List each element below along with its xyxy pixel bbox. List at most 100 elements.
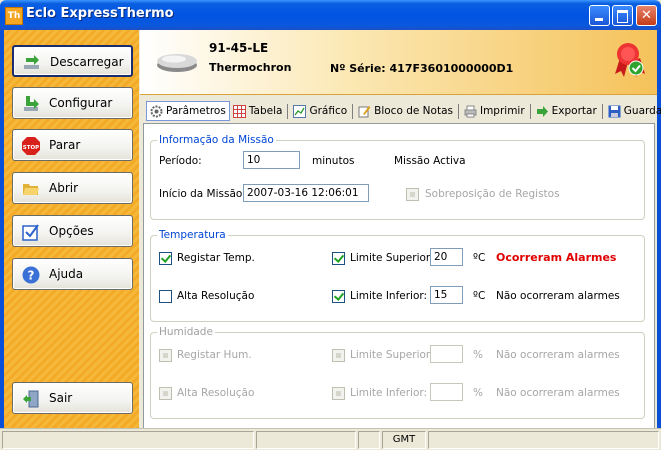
stop-sign-icon: STOP xyxy=(22,137,40,155)
notepad-pencil-icon xyxy=(358,105,371,117)
mission-info-group: Informação da Missão Período: minutos Mi… xyxy=(150,134,645,220)
temp-upper-unit: ºC xyxy=(473,252,486,264)
hum-lower-limit-label: Limite Inferior: xyxy=(350,387,428,399)
temp-high-resolution-label: Alta Resolução xyxy=(177,290,255,302)
hum-upper-limit-label: Limite Superior: xyxy=(350,349,434,361)
register-temp-checkbox[interactable] xyxy=(159,252,172,265)
period-label: Período: xyxy=(159,155,202,167)
tab-save[interactable]: Guardar xyxy=(605,101,661,121)
serial-label: Nº Série: xyxy=(330,62,386,75)
folder-open-icon xyxy=(23,184,39,195)
register-hum-checkbox[interactable] xyxy=(159,349,172,362)
configure-button[interactable]: Configurar xyxy=(12,87,133,119)
ibutton-device-icon xyxy=(157,54,197,72)
mission-status: Missão Activa xyxy=(394,155,466,167)
configure-label: Configurar xyxy=(49,96,113,110)
period-input[interactable] xyxy=(243,151,300,169)
temp-upper-alarm-status: Ocorreram Alarmes xyxy=(496,251,617,264)
exit-door-icon xyxy=(23,390,39,408)
options-button[interactable]: Opções xyxy=(12,215,133,247)
tab-notepad-label: Bloco de Notas xyxy=(374,105,453,117)
overwrite-checkbox[interactable] xyxy=(406,188,419,201)
temp-upper-limit-label: Limite Superior: xyxy=(350,252,434,264)
status-cell xyxy=(428,431,659,449)
device-model: Thermochron xyxy=(209,61,292,74)
hum-upper-alarm-status: Não ocorreram alarmes xyxy=(496,349,620,361)
window-title: Eclo ExpressThermo xyxy=(26,6,174,21)
hum-upper-unit: % xyxy=(473,349,483,361)
temp-high-resolution-checkbox[interactable] xyxy=(159,290,172,303)
temp-lower-limit-input[interactable] xyxy=(430,286,463,304)
toolbar-separator xyxy=(457,103,459,119)
tab-parameters[interactable]: Parâmetros xyxy=(146,101,230,121)
floppy-disk-icon xyxy=(608,105,621,117)
period-unit: minutos xyxy=(312,155,355,167)
temperature-group: Temperatura Registar Temp. Limite Superi… xyxy=(150,229,645,322)
humidity-title: Humidade xyxy=(157,326,215,338)
help-button[interactable]: ? Ajuda xyxy=(12,258,133,290)
toolbar-separator xyxy=(529,103,531,119)
register-temp-label: Registar Temp. xyxy=(177,252,255,264)
serial-number: Nº Série: 417F3601000000D1 xyxy=(330,62,513,75)
temp-lower-alarm-status: Não ocorreram alarmes xyxy=(496,290,620,302)
tab-notepad[interactable]: Bloco de Notas xyxy=(355,101,456,121)
temp-lower-unit: ºC xyxy=(473,290,486,302)
configure-arrow-icon xyxy=(24,96,39,111)
parameters-panel: Informação da Missão Período: minutos Mi… xyxy=(143,123,655,429)
download-label: Descarregar xyxy=(50,55,124,69)
toolbar-separator xyxy=(601,103,603,119)
download-arrow-icon xyxy=(24,55,39,69)
toolbar-separator xyxy=(352,103,354,119)
hum-high-resolution-label: Alta Resolução xyxy=(177,387,255,399)
title-bar[interactable]: Th Eclo ExpressThermo xyxy=(0,0,661,30)
mission-start-label: Início da Missão: xyxy=(159,188,246,200)
exit-button[interactable]: Sair xyxy=(12,382,133,414)
temp-upper-limit-checkbox[interactable] xyxy=(332,252,345,265)
temp-lower-limit-checkbox[interactable] xyxy=(332,290,345,303)
tab-toolbar: Parâmetros Tabela Gráfico Bloco de Notas… xyxy=(146,100,661,122)
open-button[interactable]: Abrir xyxy=(12,172,133,204)
tab-table[interactable]: Tabela xyxy=(230,101,286,121)
checkbox-options-icon xyxy=(22,224,39,241)
device-name: 91-45-LE xyxy=(209,41,269,55)
tab-print[interactable]: Imprimir xyxy=(461,101,528,121)
award-ribbon-icon xyxy=(615,43,645,77)
hum-upper-limit-input[interactable] xyxy=(430,345,463,363)
hum-high-resolution-checkbox[interactable] xyxy=(159,387,172,400)
tab-export-label: Exportar xyxy=(551,105,597,117)
svg-text:?: ? xyxy=(28,269,35,283)
humidity-group: Humidade Registar Hum. Limite Superior: … xyxy=(150,326,645,419)
tab-chart-label: Gráfico xyxy=(309,105,348,117)
app-window: Th Eclo ExpressThermo Descarregar Config… xyxy=(0,0,661,450)
hum-upper-limit-checkbox[interactable] xyxy=(332,349,345,362)
tab-print-label: Imprimir xyxy=(479,105,525,117)
minimize-button[interactable] xyxy=(589,5,610,26)
tab-table-label: Tabela xyxy=(248,105,283,117)
temp-upper-limit-input[interactable] xyxy=(430,248,463,266)
tab-export[interactable]: Exportar xyxy=(533,101,600,121)
help-label: Ajuda xyxy=(49,267,84,281)
printer-icon xyxy=(464,105,477,117)
open-label: Abrir xyxy=(49,181,79,195)
tab-save-label: Guardar xyxy=(623,105,661,117)
help-icon: ? xyxy=(22,266,40,284)
hum-lower-limit-checkbox[interactable] xyxy=(332,387,345,400)
mission-start-input[interactable] xyxy=(243,184,369,202)
tab-chart[interactable]: Gráfico xyxy=(290,101,350,121)
hum-lower-alarm-status: Não ocorreram alarmes xyxy=(496,387,620,399)
export-arrow-icon xyxy=(536,105,548,117)
download-button[interactable]: Descarregar xyxy=(12,45,133,77)
device-header: 91-45-LE Thermochron Nº Série: 417F36010… xyxy=(140,30,657,95)
register-hum-label: Registar Hum. xyxy=(177,349,252,361)
close-button[interactable] xyxy=(636,5,657,26)
status-cell xyxy=(256,431,356,449)
sidebar: Descarregar Configurar STOP Parar Abrir xyxy=(4,30,139,428)
gear-icon xyxy=(150,105,163,117)
stop-button[interactable]: STOP Parar xyxy=(12,129,133,161)
chart-icon xyxy=(293,104,307,118)
exit-label: Sair xyxy=(49,391,73,405)
maximize-button[interactable] xyxy=(612,5,633,26)
tab-parameters-label: Parâmetros xyxy=(166,105,226,117)
hum-lower-limit-input[interactable] xyxy=(430,383,463,401)
hum-lower-unit: % xyxy=(473,387,483,399)
